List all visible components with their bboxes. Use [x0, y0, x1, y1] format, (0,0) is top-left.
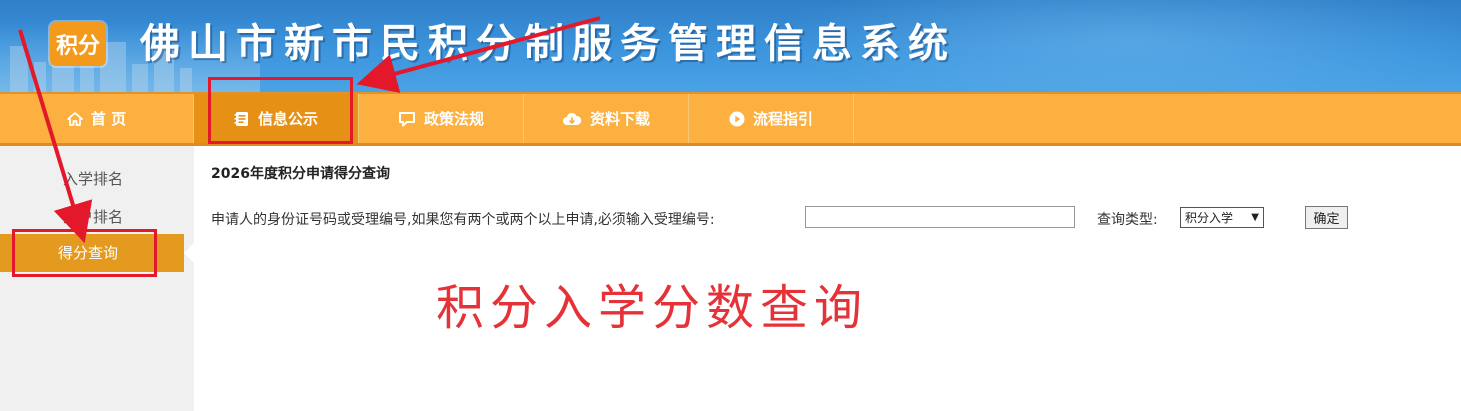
page-title: 2026年度积分申请得分查询: [211, 166, 390, 182]
sidebar: 入学排名 入户排名 得分查询: [0, 146, 194, 411]
nav-item-policy[interactable]: 政策法规: [359, 94, 524, 143]
query-type-label: 查询类型:: [1097, 212, 1158, 228]
site-logo[interactable]: 积分: [50, 22, 106, 66]
site-title: 佛山市新市民积分制服务管理信息系统: [140, 20, 956, 67]
home-icon: [66, 111, 83, 126]
nav-item-downloads[interactable]: 资料下载: [524, 94, 689, 143]
nav-item-label: 首 页: [90, 110, 127, 128]
nav-item-label: 政策法规: [423, 110, 484, 128]
active-pointer: [184, 243, 194, 263]
chevron-down-icon: ▼: [1251, 212, 1259, 223]
cloud-download-icon: [562, 112, 582, 125]
id-query-label: 申请人的身份证号码或受理编号,如果您有两个或两个以上申请,必须输入受理编号:: [211, 212, 715, 228]
query-type-selected: 积分入学: [1185, 211, 1234, 225]
nav-item-process-guide[interactable]: 流程指引: [689, 94, 854, 143]
id-number-input[interactable]: [805, 206, 1075, 228]
highlight-box-score-query: [12, 229, 157, 277]
play-circle-icon: [729, 111, 745, 126]
chat-bubble-icon: [398, 111, 415, 126]
annotation-caption: 积分入学分数查询: [436, 280, 869, 336]
highlight-box-info: [208, 77, 353, 144]
nav-item-home[interactable]: 首 页: [0, 94, 194, 143]
query-type-select[interactable]: 积分入学 ▼: [1180, 207, 1264, 228]
confirm-button[interactable]: 确定: [1305, 206, 1348, 229]
nav-item-label: 资料下载: [589, 110, 650, 128]
sidebar-item-enrollment-ranking[interactable]: 入学排名: [0, 160, 194, 198]
nav-item-label: 流程指引: [752, 110, 813, 128]
